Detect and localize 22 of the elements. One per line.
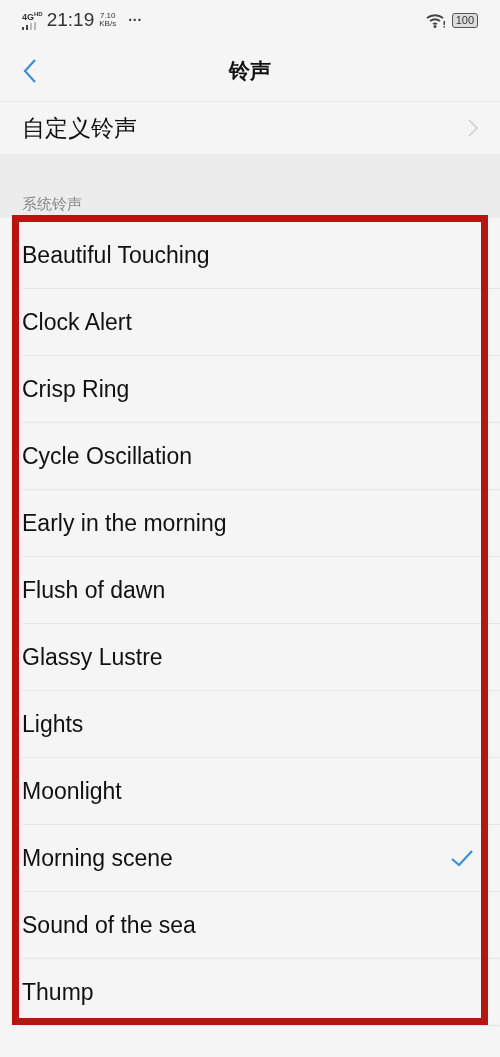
- ringtone-item[interactable]: Crisp Ring: [22, 356, 500, 423]
- ringtone-item[interactable]: Beautiful Touching: [22, 222, 500, 289]
- wifi-icon: [425, 12, 446, 28]
- ringtone-item[interactable]: Thump: [22, 959, 500, 1026]
- ringtone-item[interactable]: Cycle Oscillation: [22, 423, 500, 490]
- ringtone-item[interactable]: Early in the morning: [22, 490, 500, 557]
- more-notifications: ···: [128, 12, 143, 28]
- ringtone-item[interactable]: Glassy Lustre: [22, 624, 500, 691]
- chevron-right-icon: [468, 119, 478, 137]
- battery-level: 100: [451, 12, 478, 28]
- clock-time: 21:19: [46, 9, 95, 31]
- ringtone-item[interactable]: Morning scene: [22, 825, 500, 892]
- ringtone-item[interactable]: Clock Alert: [22, 289, 500, 356]
- back-icon: [22, 58, 38, 84]
- network-indicator: 4G$^{HD}$: [22, 10, 43, 30]
- network-speed: 7.10 KB/s: [99, 12, 117, 28]
- ringtone-item[interactable]: Moonlight: [22, 758, 500, 825]
- section-header: 系统铃声: [21, 194, 83, 214]
- ringtone-item[interactable]: Flush of dawn: [22, 557, 500, 624]
- page-title: 铃声: [229, 57, 271, 84]
- ringtone-item[interactable]: Lights: [22, 691, 500, 758]
- ringtone-item[interactable]: Sound of the sea: [22, 892, 500, 959]
